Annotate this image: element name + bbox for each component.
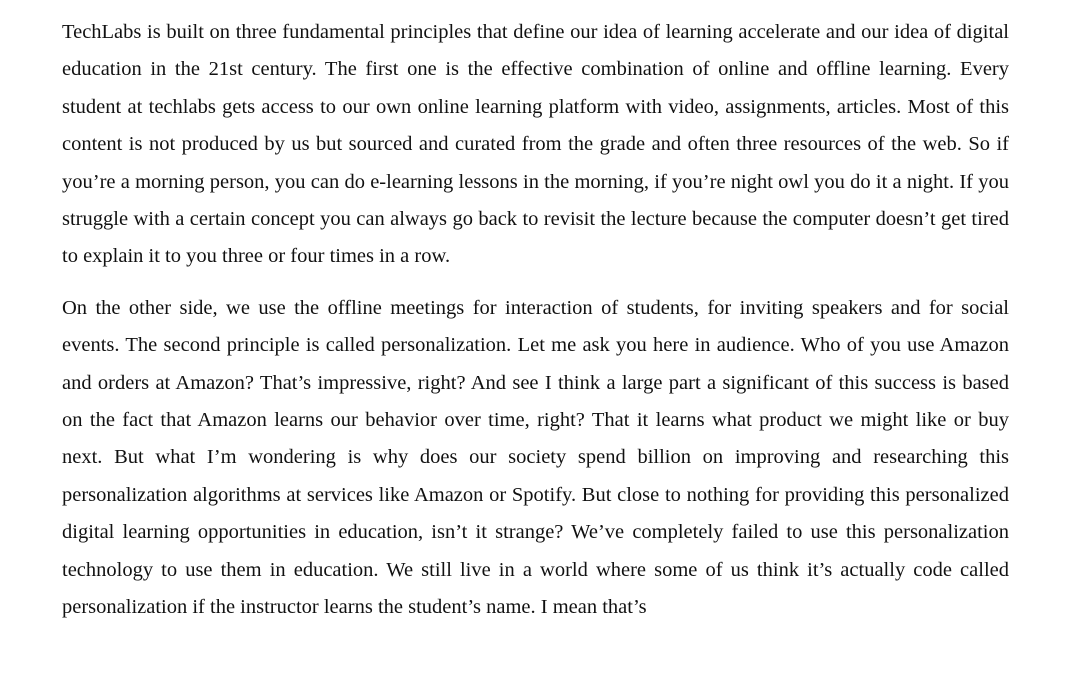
paragraph-1: TechLabs is built on three fundamental p… — [62, 21, 1009, 268]
paragraph-2: On the other side, we use the offline me… — [62, 296, 1009, 619]
document-page: TechLabs is built on three fundamental p… — [62, 14, 1009, 627]
